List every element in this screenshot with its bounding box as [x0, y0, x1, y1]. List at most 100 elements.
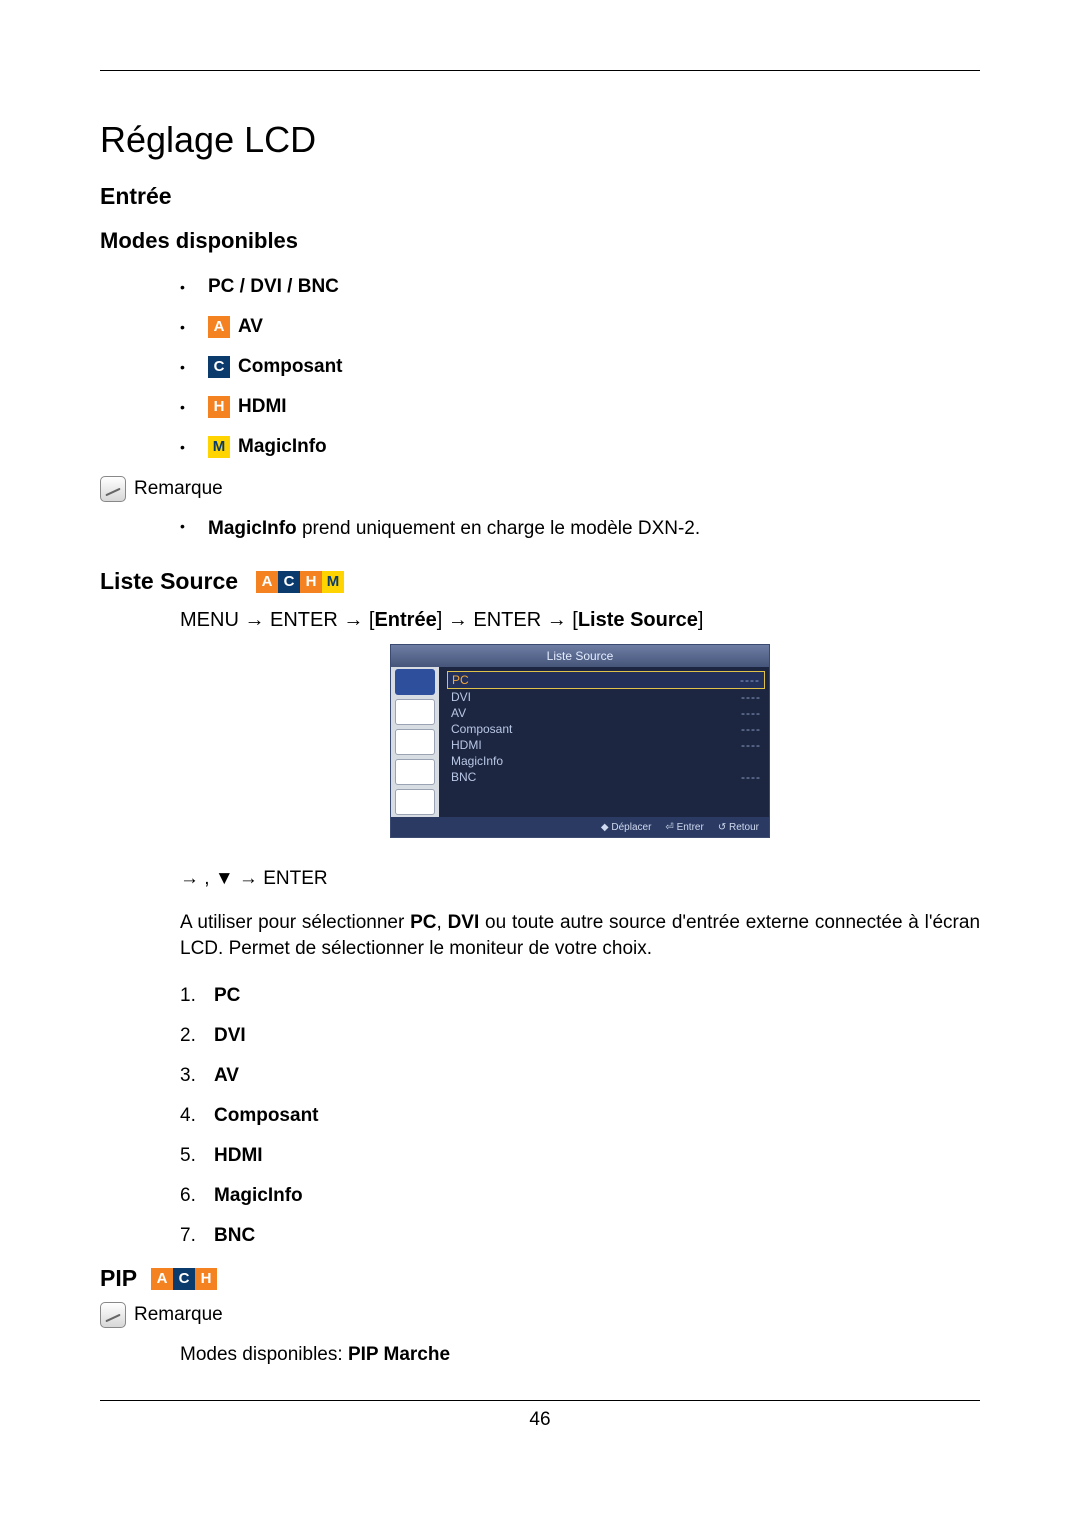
osd-side-icon	[395, 759, 435, 785]
osd-row-label: BNC	[451, 770, 476, 784]
osd-row-label: AV	[451, 706, 466, 720]
numlist-item: PC	[180, 985, 980, 1007]
osd-row-label: Composant	[451, 722, 512, 736]
mode-composant-label: Composant	[238, 356, 343, 378]
menu-path: MENU → ENTER → [Entrée] → ENTER → [Liste…	[180, 609, 980, 632]
modes-line-bold: PIP Marche	[348, 1344, 450, 1365]
note-label-2: Remarque	[134, 1304, 223, 1326]
osd-side-icon	[395, 669, 435, 695]
numlist-item: DVI	[180, 1025, 980, 1047]
numlist-item: Composant	[180, 1105, 980, 1127]
badge-a-icon: A	[256, 571, 278, 593]
pip-heading: PIP	[100, 1265, 137, 1292]
badge-a-icon: A	[151, 1268, 173, 1290]
osd-side-icon	[395, 699, 435, 725]
numlist-item: BNC	[180, 1225, 980, 1247]
badge-c-icon: C	[278, 571, 300, 593]
source-num-list: PC DVI AV Composant HDMI MagicInfo BNC	[180, 985, 980, 1247]
note-icon	[100, 1302, 126, 1328]
para-prefix: A utiliser pour sélectionner	[180, 912, 410, 933]
osd-row: AV ----	[451, 705, 761, 721]
liste-source-row: Liste Source A C H M	[100, 568, 980, 595]
badge-h-icon: H	[300, 571, 322, 593]
modes-line: Modes disponibles: PIP Marche	[180, 1344, 980, 1366]
osd-row-value: ----	[741, 738, 761, 752]
modes-line-prefix: Modes disponibles:	[180, 1344, 348, 1365]
osd-foot-return: ↺ Retour	[718, 822, 759, 833]
osd-row-label: HDMI	[451, 738, 482, 752]
note-list: • MagicInfo prend uniquement en charge l…	[180, 518, 980, 540]
osd-foot-move: ◆ Déplacer	[601, 822, 652, 833]
mode-magicinfo: • M MagicInfo	[180, 436, 980, 458]
mode-magicinfo-label: MagicInfo	[238, 436, 327, 458]
osd-row-value: ----	[741, 706, 761, 720]
liste-source-heading: Liste Source	[100, 568, 238, 595]
note-prefix: MagicInfo	[208, 518, 297, 539]
osd-sidebar	[391, 667, 439, 817]
osd-main: PC ---- DVI---- AV ---- Composant ---- HDMI…	[439, 667, 769, 817]
mode-pc-label: PC / DVI / BNC	[208, 276, 339, 298]
badge-m-icon: M	[322, 571, 344, 593]
osd-side-icon	[395, 789, 435, 815]
modes-heading: Modes disponibles	[100, 228, 980, 254]
post-arrow-line: → , ▼ → ENTER	[180, 868, 980, 890]
bullet-icon: •	[180, 518, 208, 540]
badge-strip: A C H	[151, 1268, 217, 1290]
osd-row-value: ----	[741, 722, 761, 736]
badge-c-icon: C	[208, 356, 230, 378]
bottom-rule	[100, 1400, 980, 1401]
osd-row-value: ----	[741, 690, 761, 704]
badge-h-icon: H	[195, 1268, 217, 1290]
badge-strip: A C H M	[256, 571, 344, 593]
osd-row: HDMI ----	[451, 737, 761, 753]
numlist-item: MagicInfo	[180, 1185, 980, 1207]
note-item: • MagicInfo prend uniquement en charge l…	[180, 518, 980, 540]
para-dvi: DVI	[448, 912, 480, 933]
menupath-p1: MENU → ENTER → [	[180, 609, 374, 631]
mode-hdmi-label: HDMI	[238, 396, 287, 418]
osd-row-value: ----	[740, 673, 760, 687]
mode-av-label: AV	[238, 316, 263, 338]
menupath-b1: Entrée	[374, 609, 436, 631]
pip-row: PIP A C H	[100, 1265, 980, 1292]
osd-foot-enter: ⏎ Entrer	[665, 822, 703, 833]
osd-panel: Liste Source PC ---- DVI---- AV ---- Compo…	[390, 644, 770, 838]
bullet-icon: •	[180, 279, 208, 295]
note-text: MagicInfo prend uniquement en charge le …	[208, 518, 700, 540]
bullet-icon: •	[180, 319, 208, 335]
osd-screenshot: Liste Source PC ---- DVI---- AV ---- Compo…	[180, 644, 980, 838]
note-label: Remarque	[134, 478, 223, 500]
note-icon	[100, 476, 126, 502]
bullet-icon: •	[180, 439, 208, 455]
osd-row-label: PC	[452, 673, 469, 687]
mode-pc: • PC / DVI / BNC	[180, 276, 980, 298]
page-title: Réglage LCD	[100, 119, 980, 161]
osd-body: PC ---- DVI---- AV ---- Composant ---- HDMI…	[391, 667, 769, 817]
osd-row: PC ----	[447, 671, 765, 689]
mode-hdmi: • H HDMI	[180, 396, 980, 418]
mode-av: • A AV	[180, 316, 980, 338]
menupath-b2: Liste Source	[578, 609, 698, 631]
bullet-icon: •	[180, 399, 208, 415]
osd-row: DVI----	[451, 689, 761, 705]
note-rest: prend uniquement en charge le modèle DXN…	[297, 518, 700, 539]
numlist-item: HDMI	[180, 1145, 980, 1167]
note-row-2: Remarque	[100, 1302, 980, 1328]
para-sep: ,	[437, 912, 448, 933]
osd-row-value: ----	[741, 770, 761, 784]
modes-list: • PC / DVI / BNC • A AV • C Composant • …	[180, 276, 980, 458]
osd-title: Liste Source	[391, 645, 769, 667]
mode-composant: • C Composant	[180, 356, 980, 378]
section-entree: Entrée	[100, 183, 980, 210]
menupath-p2: ] → ENTER → [	[437, 609, 578, 631]
description-paragraph: A utiliser pour sélectionner PC, DVI ou …	[180, 910, 980, 961]
badge-m-icon: M	[208, 436, 230, 458]
page-number: 46	[100, 1409, 980, 1431]
note-row: Remarque	[100, 476, 980, 502]
para-pc: PC	[410, 912, 436, 933]
top-rule	[100, 70, 980, 71]
osd-row: MagicInfo	[451, 753, 761, 769]
osd-row-label: MagicInfo	[451, 754, 503, 768]
osd-footer: ◆ Déplacer ⏎ Entrer ↺ Retour	[391, 817, 769, 837]
bullet-icon: •	[180, 359, 208, 375]
